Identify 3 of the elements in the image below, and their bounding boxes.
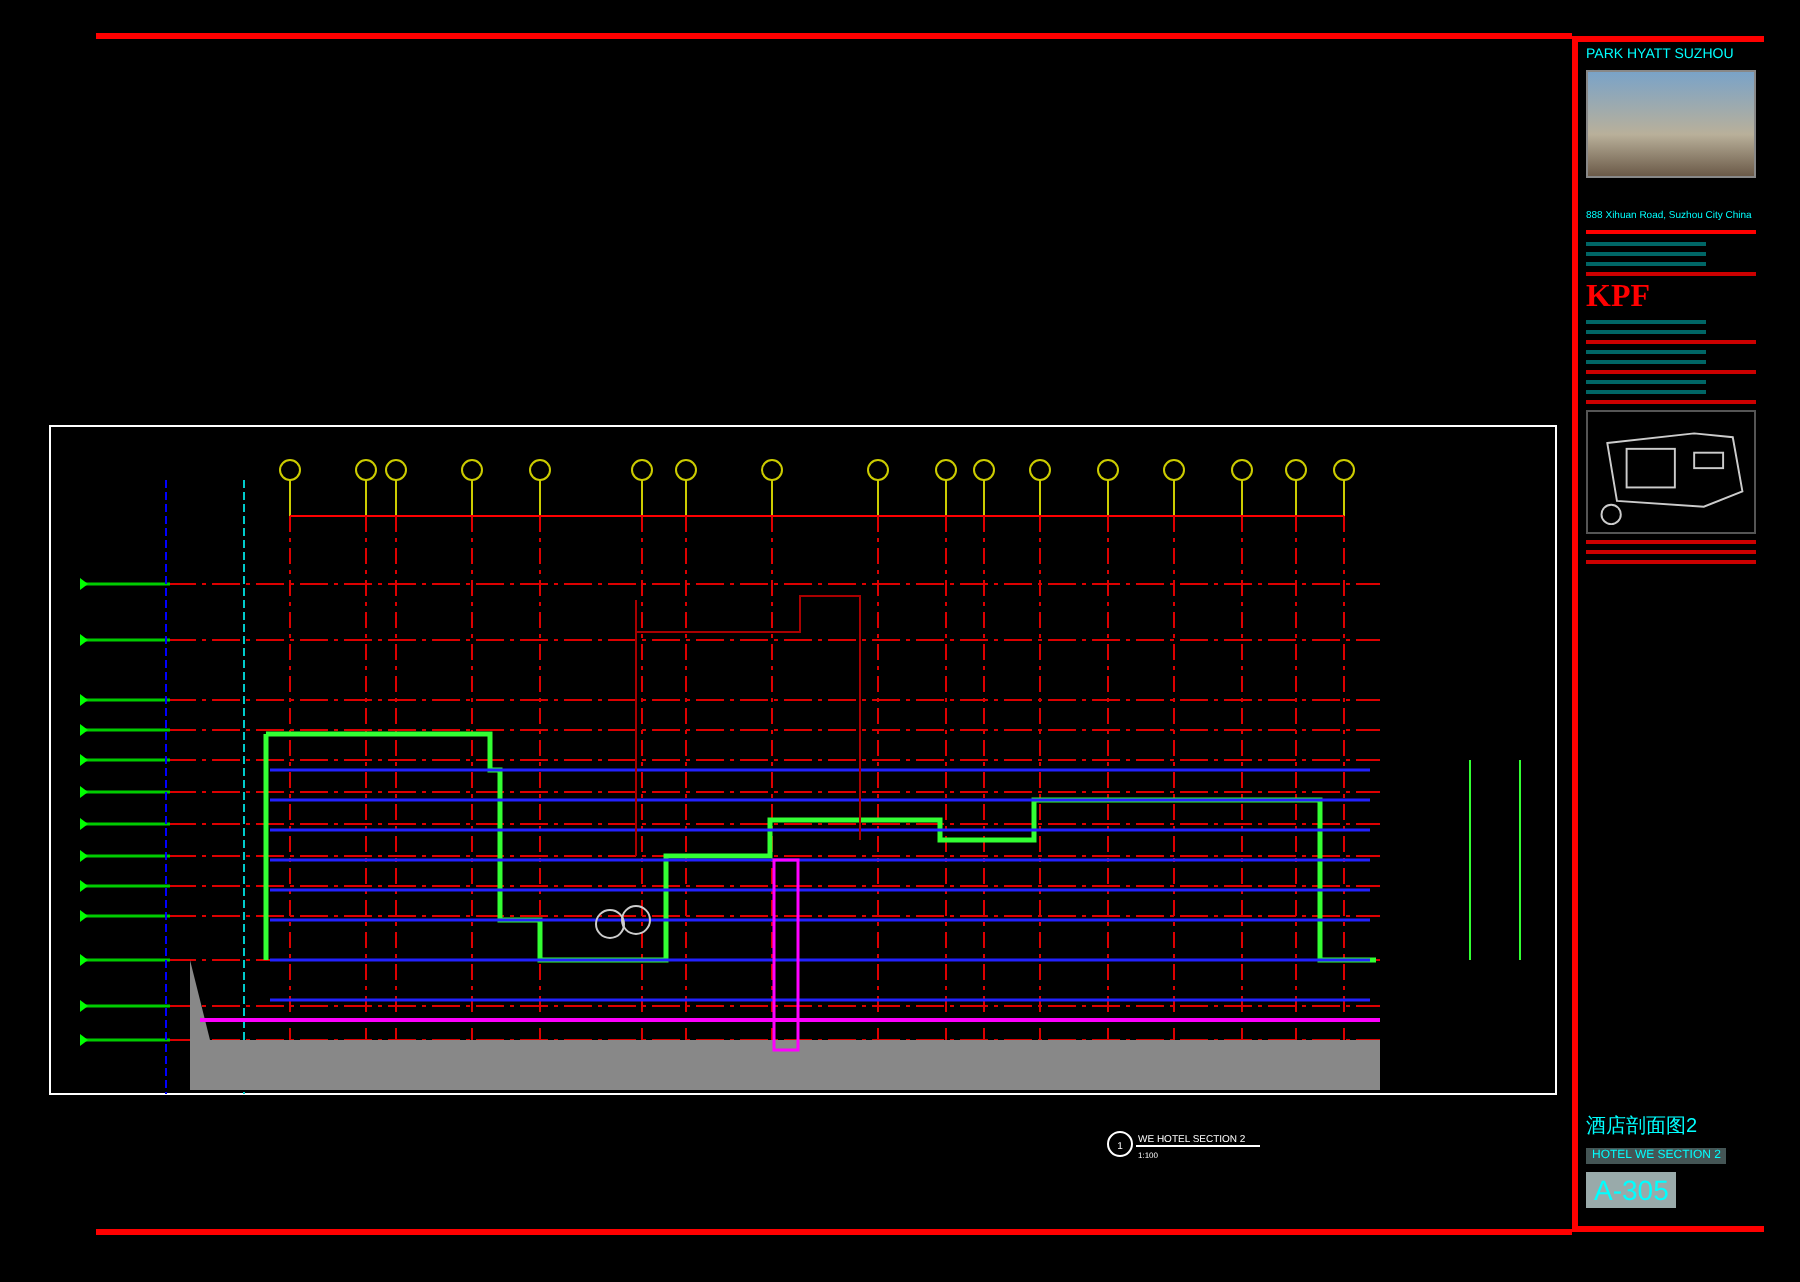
sheet-title-chinese: 酒店剖面图2 xyxy=(1586,1113,1700,1140)
sheet-number: A-305 xyxy=(1586,1172,1677,1208)
architect-logo: KPF xyxy=(1586,282,1652,314)
